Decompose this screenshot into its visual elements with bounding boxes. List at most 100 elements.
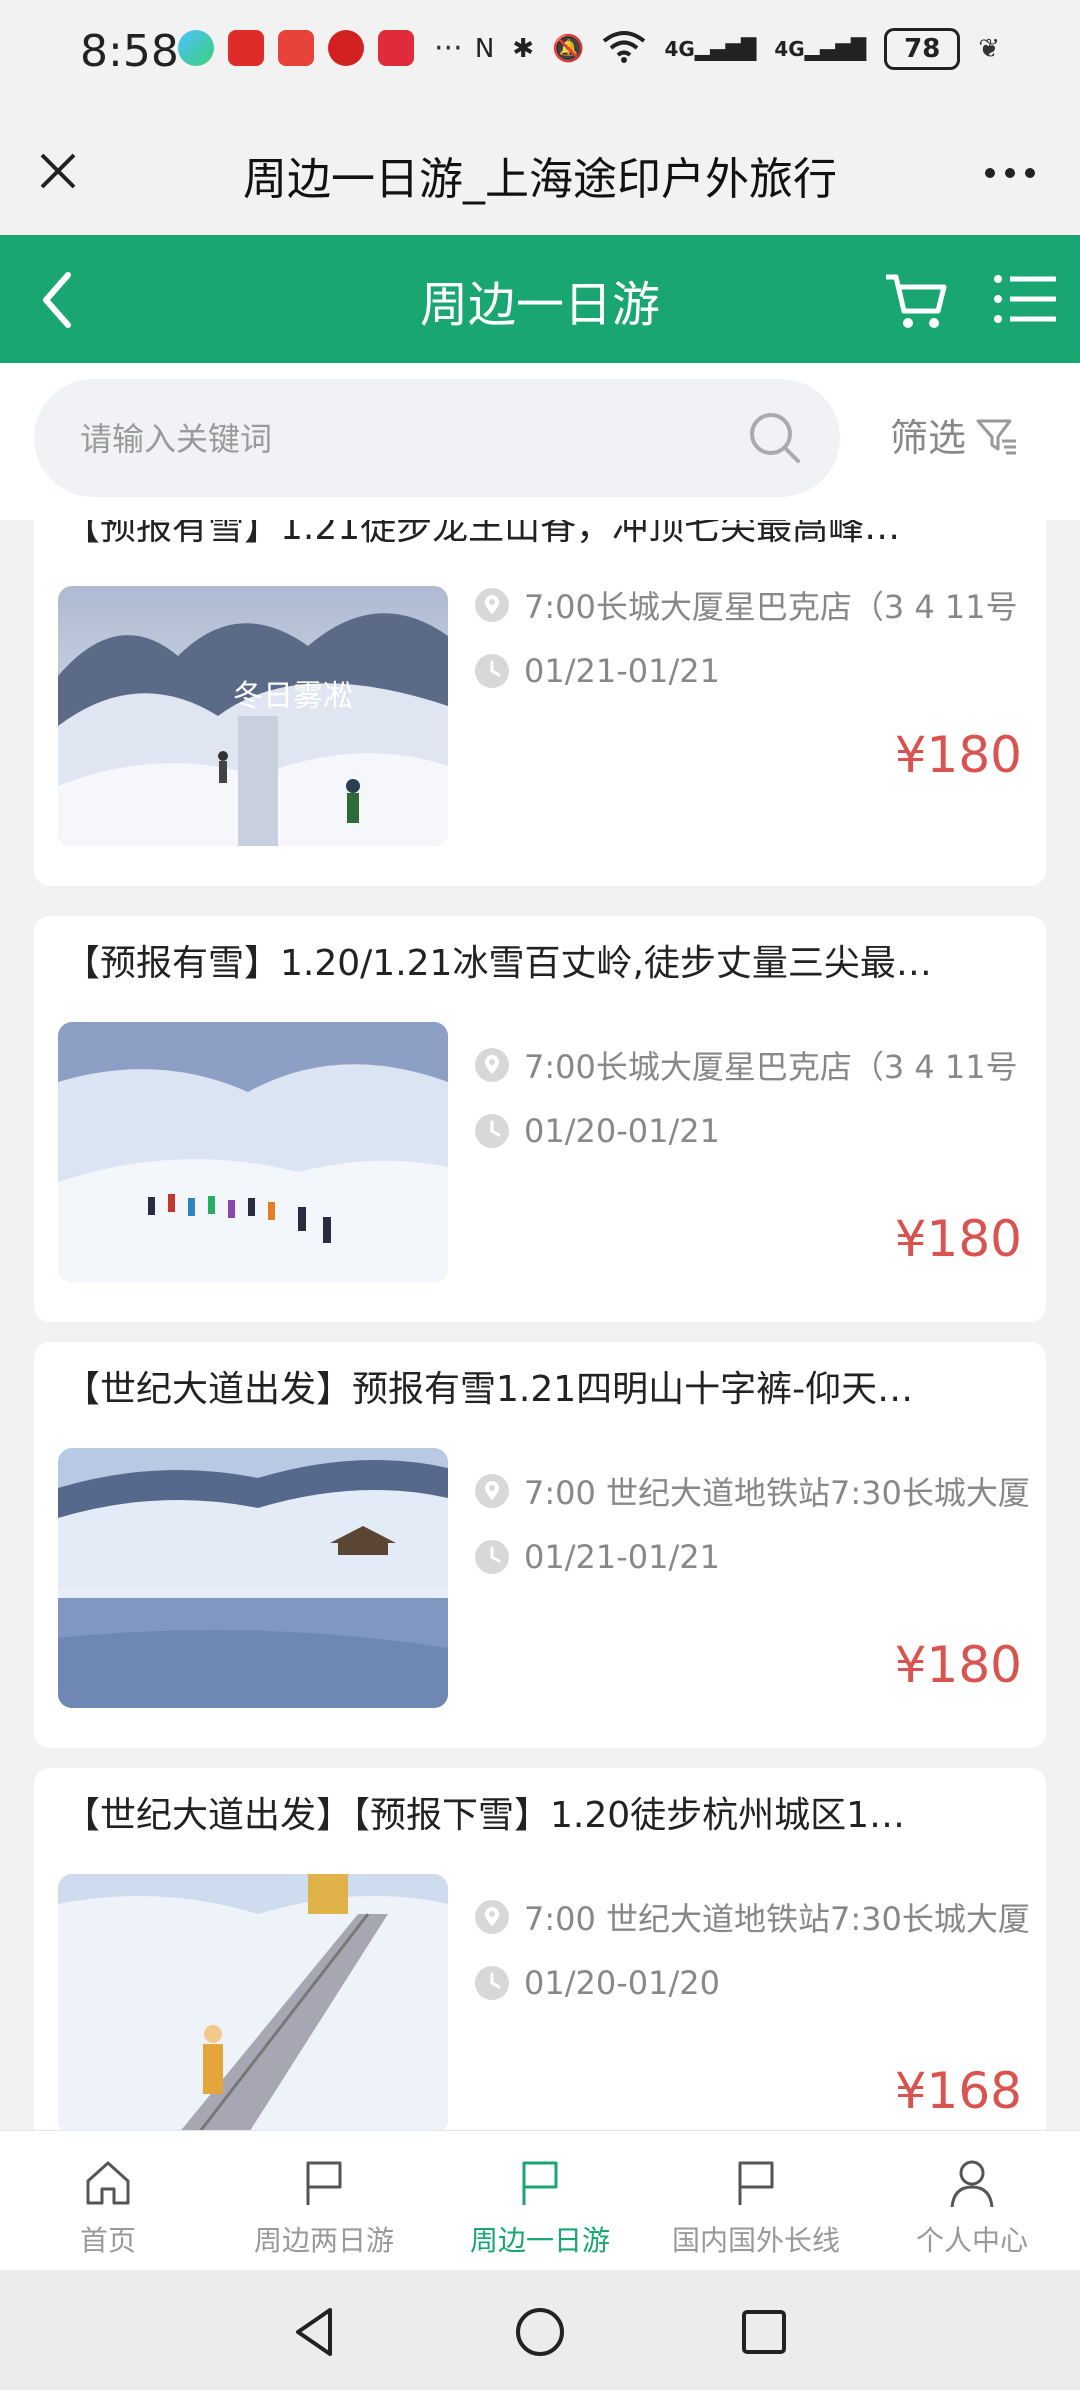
charging-leaf-icon: ❦ xyxy=(978,34,1000,64)
trip-card[interactable]: 【预报有雪】1.21徒步龙王山脊，冲顶七尖最高峰… 冬日雾凇 7:00长城大厦星… xyxy=(34,520,1046,886)
tab-home[interactable]: 首页 xyxy=(0,2131,216,2271)
tab-label: 国内国外长线 xyxy=(671,2224,840,2257)
trip-title[interactable]: 【预报有雪】1.20/1.21冰雪百丈岭,徒步丈量三尖最… xyxy=(64,934,1014,986)
tab-label: 首页 xyxy=(79,2224,136,2257)
clock-icon xyxy=(475,654,509,688)
app-notification-icon xyxy=(178,30,214,66)
trip-price: ¥180 xyxy=(894,1636,1022,1694)
trip-card[interactable]: 【世纪大道出发】【预报下雪】1.20徒步杭州城区1… 7:00 世纪大道地铁站7… xyxy=(34,1768,1046,2130)
cart-icon[interactable] xyxy=(880,265,950,335)
trip-meeting-point: 7:00长城大厦星巴克店（3 4 11号 xyxy=(474,1042,1034,1088)
mute-icon: 🔕 xyxy=(552,34,585,64)
trip-meeting-point: 7:00 世纪大道地铁站7:30长城大厦 xyxy=(474,1468,1034,1514)
trip-thumbnail[interactable]: 冬日雾凇 xyxy=(58,586,448,846)
meeting-text: 7:00 世纪大道地铁站7:30长城大厦 xyxy=(524,1900,1030,1938)
app-notification-icon xyxy=(328,30,364,66)
dates-text: 01/20-01/21 xyxy=(524,1112,720,1150)
tab-profile[interactable]: 个人中心 xyxy=(864,2131,1080,2271)
location-pin-icon xyxy=(475,1474,509,1508)
tab-long-trips[interactable]: 国内国外长线 xyxy=(648,2131,864,2271)
tab-label: 周边两日游 xyxy=(253,2224,394,2257)
clock-icon xyxy=(475,1540,509,1574)
trip-price: ¥180 xyxy=(894,726,1022,784)
trip-thumbnail[interactable] xyxy=(58,1448,448,1708)
tab-two-day-trips[interactable]: 周边两日游 xyxy=(216,2131,432,2271)
trip-meeting-point: 7:00 世纪大道地铁站7:30长城大厦 xyxy=(474,1894,1034,1940)
window-title: 周边一日游_上海途印户外旅行 xyxy=(243,154,837,205)
flag-icon xyxy=(738,2161,774,2205)
filter-icon xyxy=(976,419,1017,454)
tab-label: 周边一日游 xyxy=(469,2224,610,2257)
home-icon xyxy=(86,2161,130,2205)
app-notification-icon xyxy=(278,30,314,66)
nav-home-icon[interactable] xyxy=(510,2302,570,2362)
window-title-bar: 周边一日游_上海途印户外旅行 xyxy=(0,105,1080,235)
tab-label: 个人中心 xyxy=(915,2224,1028,2257)
clock-icon xyxy=(475,1114,509,1148)
bottom-tab-bar: 首页 周边两日游 周边一日游 国内国外长线 个人中心 xyxy=(0,2130,1080,2271)
trip-price: ¥180 xyxy=(894,1210,1022,1268)
snowy-lake-image xyxy=(58,1448,448,1708)
search-bar-row: 筛选 xyxy=(0,363,1080,520)
wifi-icon xyxy=(602,29,646,70)
location-pin-icon xyxy=(475,1900,509,1934)
app-notification-icon xyxy=(228,30,264,66)
category-list-icon[interactable] xyxy=(990,269,1060,329)
battery-level: 78 xyxy=(904,34,941,64)
bluetooth-icon: ✱ xyxy=(512,34,535,64)
page-header: 周边一日游 xyxy=(0,235,1080,363)
filter-button[interactable]: 筛选 xyxy=(890,407,1018,462)
battery-icon: 78 xyxy=(884,28,961,70)
nav-recents-icon[interactable] xyxy=(734,2302,794,2362)
dates-text: 01/21-01/21 xyxy=(524,652,720,690)
trip-title[interactable]: 【世纪大道出发】【预报下雪】1.20徒步杭州城区1… xyxy=(64,1786,1014,1838)
trip-card[interactable]: 【预报有雪】1.20/1.21冰雪百丈岭,徒步丈量三尖最… 7:00长城大厦星巴… xyxy=(34,916,1046,1322)
signal-icon: 4G▂▄▆█ xyxy=(664,37,757,61)
snowy-boardwalk-image xyxy=(58,1874,448,2130)
status-bar: 8:58 ··· N ✱ 🔕 4G▂▄▆█ 4G▂▄▆█ 78 ❦ xyxy=(0,0,1080,105)
meeting-text: 7:00长城大厦星巴克店（3 4 11号 xyxy=(524,1048,1018,1086)
system-nav-bar xyxy=(0,2270,1080,2390)
trip-list[interactable]: 【预报有雪】1.21徒步龙王山脊，冲顶七尖最高峰… 冬日雾凇 7:00长城大厦星… xyxy=(0,520,1080,2130)
meeting-text: 7:00长城大厦星巴克店（3 4 11号 xyxy=(524,588,1018,626)
thumbnail-caption: 冬日雾凇 xyxy=(233,679,353,714)
app-notification-icon xyxy=(378,30,414,66)
more-notifications-icon: ··· xyxy=(434,30,463,66)
trip-dates: 01/21-01/21 xyxy=(474,1538,1034,1576)
status-time: 8:58 xyxy=(80,26,179,77)
search-box[interactable] xyxy=(34,379,840,497)
flag-icon xyxy=(306,2161,342,2205)
trip-title[interactable]: 【预报有雪】1.21徒步龙王山脊，冲顶七尖最高峰… xyxy=(64,520,1014,550)
location-pin-icon xyxy=(475,588,509,622)
snowy-hiking-image xyxy=(58,1022,448,1282)
trip-dates: 01/20-01/20 xyxy=(474,1964,1034,2002)
nfc-icon: N xyxy=(474,34,495,64)
search-input[interactable] xyxy=(78,415,732,463)
person-icon xyxy=(950,2160,994,2208)
network-label: 4G xyxy=(774,37,805,61)
trip-dates: 01/20-01/21 xyxy=(474,1112,1034,1150)
signal-icon: 4G▂▄▆█ xyxy=(774,37,867,61)
flag-icon xyxy=(522,2161,558,2205)
meeting-text: 7:00 世纪大道地铁站7:30长城大厦 xyxy=(524,1474,1030,1512)
dates-text: 01/21-01/21 xyxy=(524,1538,720,1576)
status-indicators: N ✱ 🔕 4G▂▄▆█ 4G▂▄▆█ 78 ❦ xyxy=(475,28,1000,70)
filter-label: 筛选 xyxy=(890,416,967,460)
trip-title[interactable]: 【世纪大道出发】预报有雪1.21四明山十字裤-仰天… xyxy=(64,1360,1014,1412)
nav-back-icon[interactable] xyxy=(286,2302,346,2362)
status-app-icons: ··· xyxy=(178,30,463,66)
trip-thumbnail[interactable] xyxy=(58,1874,448,2130)
trip-thumbnail[interactable] xyxy=(58,1022,448,1282)
tab-one-day-trips[interactable]: 周边一日游 xyxy=(432,2131,648,2271)
trip-dates: 01/21-01/21 xyxy=(474,652,1034,690)
more-menu-icon[interactable] xyxy=(980,153,1040,193)
network-label: 4G xyxy=(664,37,695,61)
search-icon[interactable] xyxy=(746,409,804,467)
snowy-forest-image: 冬日雾凇 xyxy=(58,586,448,846)
trip-meeting-point: 7:00长城大厦星巴克店（3 4 11号 xyxy=(474,582,1034,628)
dates-text: 01/20-01/20 xyxy=(524,1964,720,2002)
trip-card[interactable]: 【世纪大道出发】预报有雪1.21四明山十字裤-仰天… 7:00 世纪大道地铁站7… xyxy=(34,1342,1046,1748)
clock-icon xyxy=(475,1966,509,2000)
trip-price: ¥168 xyxy=(894,2062,1022,2120)
location-pin-icon xyxy=(475,1048,509,1082)
